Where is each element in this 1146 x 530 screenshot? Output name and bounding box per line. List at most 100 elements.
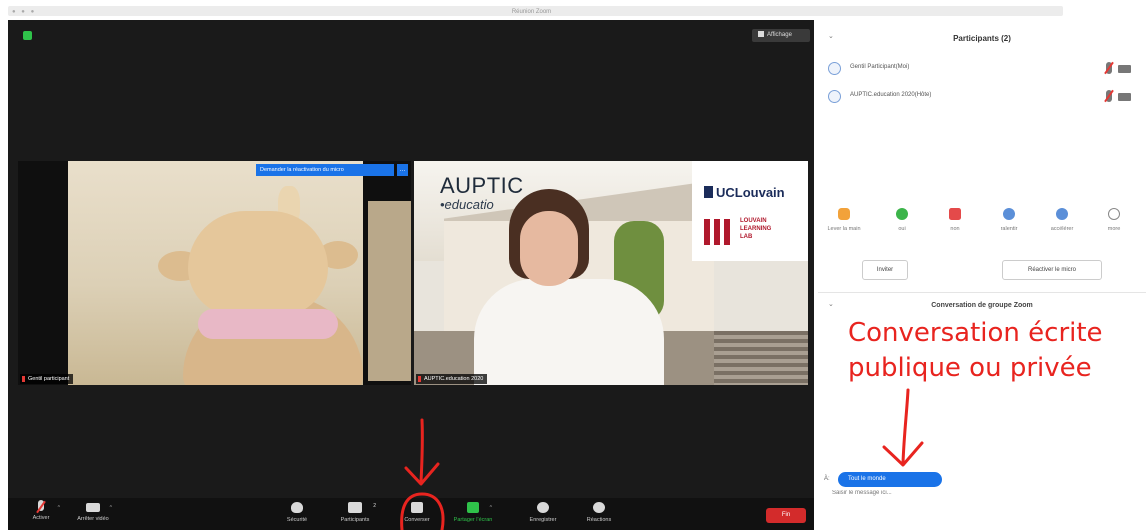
unmute-me-button[interactable]: Réactiver le micro — [1002, 260, 1102, 280]
chat-button[interactable]: Converser — [392, 500, 442, 530]
uclouvain-logo-text: UCLouvain — [716, 185, 785, 200]
record-icon — [537, 502, 549, 513]
participant-row[interactable]: Gentil Participant(Moi) — [828, 60, 1138, 78]
participant-row-name: Gentil Participant(Moi) — [850, 64, 910, 70]
lab-line-2: LEARNING — [740, 226, 772, 232]
camera-icon — [1118, 65, 1131, 73]
side-panel: ⌄ Participants (2) Gentil Participant(Mo… — [818, 20, 1146, 530]
yes-button[interactable]: oui — [876, 208, 928, 232]
more-button[interactable]: more — [1088, 208, 1140, 232]
plush-scarf — [198, 309, 338, 339]
slide-title: AUPTIC — [440, 173, 524, 198]
muted-mic-icon — [22, 376, 25, 382]
shield-icon — [291, 502, 303, 513]
slower-icon — [1003, 208, 1015, 220]
view-button-label: Affichage — [767, 32, 792, 38]
participants-panel-title: Participants (2) — [953, 34, 1011, 43]
chat-to-label: À: — [824, 476, 830, 482]
participant-row-name: AUPTIC.education 2020(Hôte) — [850, 92, 932, 98]
participant-row[interactable]: AUPTIC.education 2020(Hôte) — [828, 88, 1138, 106]
chat-recipient-dropdown[interactable]: Tout le monde — [838, 472, 942, 487]
stop-video-button[interactable]: ^ Arrêter vidéo — [68, 500, 118, 530]
background-shelf — [368, 201, 411, 381]
window-titlebar: ● ● ● Réunion Zoom — [0, 0, 1146, 20]
annotation-line-1: Conversation écrite — [848, 318, 1103, 348]
stop-video-label: Arrêter vidéo — [77, 516, 109, 522]
no-button[interactable]: non — [929, 208, 981, 232]
smiley-icon — [593, 502, 605, 513]
annotation-text: Conversation écrite publique ou privée — [848, 316, 1103, 386]
faster-button[interactable]: accélérer — [1036, 208, 1088, 232]
camera-icon — [1118, 93, 1131, 101]
raise-hand-icon — [838, 208, 850, 220]
security-label: Sécurité — [286, 517, 308, 523]
learning-lab-logo-icon — [704, 219, 734, 245]
background-stairs — [714, 331, 808, 385]
host-name-tag: AUPTIC.education 2020 — [416, 374, 488, 384]
unmute-label: Activer — [32, 515, 50, 521]
security-button[interactable]: Sécurité — [272, 500, 322, 530]
video-tile-host[interactable]: AUPTIC •educatio UCLouvain LOUVAIN LEARN… — [414, 161, 808, 385]
share-screen-button[interactable]: ^ Partager l'écran — [448, 500, 498, 530]
check-icon — [896, 208, 908, 220]
mic-muted-icon — [1106, 62, 1112, 74]
raise-hand-label: Lever la main — [827, 226, 861, 232]
faster-label: accélérer — [1050, 226, 1074, 232]
unmute-button[interactable]: ^ Activer — [16, 500, 66, 530]
tile-more-icon[interactable]: … — [397, 164, 408, 176]
view-button[interactable]: Affichage — [752, 29, 810, 42]
plush-head — [188, 211, 328, 316]
video-tile-participant[interactable]: Demander la réactivation du micro … Gent… — [18, 161, 411, 385]
window-title: Réunion Zoom — [511, 9, 552, 15]
participants-count: 2 — [373, 503, 376, 509]
panel-divider — [818, 292, 1146, 293]
encryption-shield-icon[interactable] — [23, 31, 32, 40]
learning-lab-logo-text: LOUVAIN LEARNING LAB — [740, 217, 771, 241]
slower-button[interactable]: ralentir — [983, 208, 1035, 232]
participant-video — [68, 161, 411, 385]
video-camera-icon — [86, 503, 100, 512]
annotation-line-2: publique ou privée — [848, 353, 1092, 383]
request-unmute-button[interactable]: Demander la réactivation du micro — [256, 164, 394, 176]
host-face — [520, 211, 578, 286]
host-name: AUPTIC.education 2020 — [424, 376, 484, 382]
more-label: more — [1107, 226, 1121, 232]
share-screen-label: Partager l'écran — [453, 517, 493, 523]
mic-off-icon — [38, 500, 44, 511]
record-button[interactable]: Enregistrer — [518, 500, 568, 530]
uclouvain-logo: UCLouvain — [704, 185, 785, 200]
uclouvain-logo-icon — [704, 186, 713, 198]
raise-hand-button[interactable]: Lever la main — [818, 208, 870, 232]
participant-name-tag: Gentil participant — [20, 374, 74, 384]
lab-line-1: LOUVAIN — [740, 218, 767, 224]
chevron-up-icon[interactable]: ^ — [490, 505, 492, 511]
record-label: Enregistrer — [529, 517, 557, 523]
grid-icon — [758, 31, 764, 37]
cross-icon — [949, 208, 961, 220]
slower-label: ralentir — [1000, 226, 1018, 232]
end-meeting-button[interactable]: Fin — [766, 508, 806, 523]
participants-label: Participants — [340, 517, 370, 523]
logo-panel: UCLouvain LOUVAIN LEARNING LAB — [692, 161, 808, 261]
share-screen-icon — [467, 502, 479, 513]
chat-message-input[interactable] — [832, 490, 1032, 496]
mic-muted-icon — [1106, 90, 1112, 102]
muted-mic-icon — [418, 376, 421, 382]
participant-name: Gentil participant — [28, 376, 70, 382]
feedback-reactions: Lever la main oui non ralentir accélérer… — [818, 208, 1146, 248]
reactions-label: Réactions — [586, 517, 612, 523]
invite-button[interactable]: Inviter — [862, 260, 908, 280]
yes-label: oui — [898, 226, 906, 232]
faster-icon — [1056, 208, 1068, 220]
chat-label: Converser — [404, 517, 430, 523]
chat-bubble-icon — [411, 502, 423, 513]
participants-button[interactable]: 2 Participants — [330, 500, 380, 530]
slide-subtitle: •educatio — [440, 197, 494, 212]
meeting-area: Affichage Demander la réactivation du mi… — [8, 20, 814, 530]
avatar-icon — [828, 62, 841, 75]
reactions-button[interactable]: Réactions — [574, 500, 624, 530]
lab-line-3: LAB — [740, 234, 753, 240]
chevron-up-icon[interactable]: ^ — [58, 505, 60, 511]
chevron-up-icon[interactable]: ^ — [110, 505, 112, 511]
chat-panel-title: Conversation de groupe Zoom — [931, 302, 1033, 309]
